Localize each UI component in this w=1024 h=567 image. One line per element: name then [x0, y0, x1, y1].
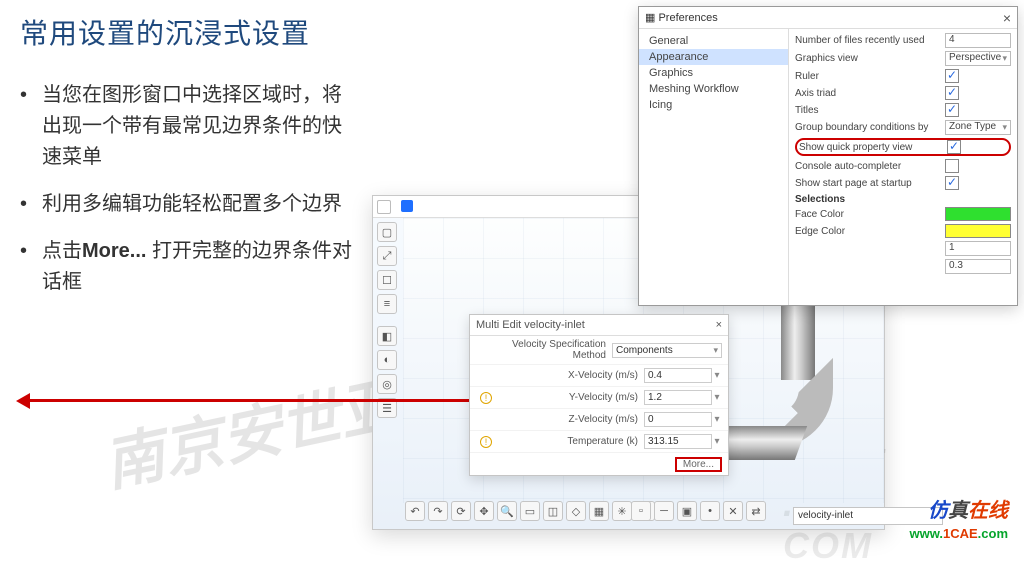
- preferences-form: Number of files recently used 4 Graphics…: [789, 29, 1017, 305]
- ruler-checkbox[interactable]: [945, 69, 959, 83]
- iso-icon[interactable]: ◇: [566, 501, 586, 521]
- probe-icon[interactable]: ◎: [377, 374, 397, 394]
- selection-toolbar: ▫ ─ ▣ • ✕ ⇄: [631, 501, 766, 525]
- sel-clear-icon[interactable]: ✕: [723, 501, 743, 521]
- nav-graphics[interactable]: Graphics: [639, 65, 788, 81]
- z-velocity-input[interactable]: 0: [644, 412, 712, 427]
- x-velocity-input[interactable]: 0.4: [644, 368, 712, 383]
- redo-icon[interactable]: ↷: [428, 501, 448, 521]
- fit-icon[interactable]: ⤢: [377, 246, 397, 266]
- annotation-arrow-head: [16, 393, 30, 409]
- quick-view-label: Show quick property view: [799, 142, 947, 153]
- recent-files-input[interactable]: 4: [945, 33, 1011, 48]
- undo-icon[interactable]: ↶: [405, 501, 425, 521]
- bullet-item: 点击More... 打开完整的边界条件对话框: [20, 236, 360, 298]
- ortho-icon[interactable]: ◫: [543, 501, 563, 521]
- warning-icon: !: [480, 392, 492, 404]
- measure-icon[interactable]: ≡: [377, 294, 397, 314]
- group-bc-label: Group boundary conditions by: [795, 122, 945, 133]
- bullet-list: 当您在图形窗口中选择区域时，将出现一个带有最常见边界条件的快速菜单 利用多编辑功…: [20, 80, 360, 298]
- x-velocity-label: X-Velocity (m/s): [480, 370, 644, 381]
- face-color-swatch[interactable]: [945, 207, 1011, 221]
- y-velocity-label: Y-Velocity (m/s): [495, 392, 644, 403]
- render-icon[interactable]: ▢: [377, 222, 397, 242]
- chevron-down-icon[interactable]: ▾: [712, 370, 722, 381]
- pan-icon[interactable]: ✥: [474, 501, 494, 521]
- preferences-window: ▦ Preferences × General Appearance Graph…: [638, 6, 1018, 306]
- quick-property-panel: Multi Edit velocity-inlet × Velocity Spe…: [469, 314, 729, 476]
- temperature-label: Temperature (k): [495, 436, 644, 447]
- bullet-item: 利用多编辑功能轻松配置多个边界: [20, 189, 360, 220]
- sel-body-icon[interactable]: ▣: [677, 501, 697, 521]
- vertical-toolbar: ▢ ⤢ ☐ ≡ ◧ ◐ ◎ ☰: [377, 222, 399, 422]
- nav-icing[interactable]: Icing: [639, 97, 788, 113]
- page-title: 常用设置的沉浸式设置: [20, 12, 360, 52]
- clip-icon[interactable]: ◐: [377, 350, 397, 370]
- method-dropdown[interactable]: Components: [612, 343, 722, 358]
- brand-logo: 仿真在线: [928, 494, 1008, 523]
- sel-edge-icon[interactable]: ─: [654, 501, 674, 521]
- extra2-input[interactable]: 0.3: [945, 259, 1011, 274]
- z-velocity-label: Z-Velocity (m/s): [480, 414, 644, 425]
- selection-name-field[interactable]: velocity-inlet: [793, 507, 943, 525]
- selections-heading: Selections: [795, 194, 1011, 205]
- select-icon[interactable]: ☐: [377, 270, 397, 290]
- edge-color-label: Edge Color: [795, 226, 945, 237]
- close-icon[interactable]: ×: [716, 319, 722, 331]
- preferences-nav: General Appearance Graphics Meshing Work…: [639, 29, 789, 305]
- more-button[interactable]: More...: [675, 457, 722, 472]
- extra1-input[interactable]: 1: [945, 241, 1011, 256]
- zoom-icon[interactable]: 🔍: [497, 501, 517, 521]
- nav-general[interactable]: General: [639, 33, 788, 49]
- qpanel-title: Multi Edit velocity-inlet: [476, 319, 585, 331]
- sel-node-icon[interactable]: •: [700, 501, 720, 521]
- warning-icon: !: [480, 436, 492, 448]
- view-icon[interactable]: ◧: [377, 326, 397, 346]
- axis-icon[interactable]: ✳: [612, 501, 632, 521]
- chevron-down-icon[interactable]: ▾: [712, 392, 722, 403]
- box-zoom-icon[interactable]: ▭: [520, 501, 540, 521]
- edge-color-swatch[interactable]: [945, 224, 1011, 238]
- close-icon[interactable]: ×: [1003, 10, 1011, 26]
- grid-icon[interactable]: ▦: [589, 501, 609, 521]
- nav-appearance[interactable]: Appearance: [639, 49, 788, 65]
- method-label: Velocity Specification Method: [480, 339, 612, 361]
- autocomplete-label: Console auto-completer: [795, 161, 945, 172]
- graphics-view-label: Graphics view: [795, 53, 945, 64]
- recent-files-label: Number of files recently used: [795, 35, 945, 46]
- graphics-view-dropdown[interactable]: Perspective: [945, 51, 1011, 66]
- view-toolbar: ↶ ↷ ⟳ ✥ 🔍 ▭ ◫ ◇ ▦ ✳ ⌖: [405, 501, 655, 525]
- window-control-icon[interactable]: [377, 200, 391, 214]
- face-color-label: Face Color: [795, 209, 945, 220]
- chevron-down-icon[interactable]: ▾: [712, 414, 722, 425]
- titles-checkbox[interactable]: [945, 103, 959, 117]
- axis-triad-checkbox[interactable]: [945, 86, 959, 100]
- temperature-input[interactable]: 313.15: [644, 434, 712, 449]
- brand-url: www.1CAE.com: [910, 526, 1009, 541]
- startup-label: Show start page at startup: [795, 178, 945, 189]
- autocomplete-checkbox[interactable]: [945, 159, 959, 173]
- y-velocity-input[interactable]: 1.2: [644, 390, 712, 405]
- group-bc-dropdown[interactable]: Zone Type: [945, 120, 1011, 135]
- rotate-icon[interactable]: ⟳: [451, 501, 471, 521]
- titles-label: Titles: [795, 105, 945, 116]
- preferences-title: Preferences: [658, 12, 717, 24]
- bullet-item: 当您在图形窗口中选择区域时，将出现一个带有最常见边界条件的快速菜单: [20, 80, 360, 173]
- sel-face-icon[interactable]: ▫: [631, 501, 651, 521]
- chevron-down-icon[interactable]: ▾: [712, 436, 722, 447]
- quick-view-checkbox[interactable]: [947, 140, 961, 154]
- sel-invert-icon[interactable]: ⇄: [746, 501, 766, 521]
- nav-meshing[interactable]: Meshing Workflow: [639, 81, 788, 97]
- axis-triad-label: Axis triad: [795, 88, 945, 99]
- ruler-label: Ruler: [795, 71, 945, 82]
- app-icon: [401, 200, 413, 212]
- startup-checkbox[interactable]: [945, 176, 959, 190]
